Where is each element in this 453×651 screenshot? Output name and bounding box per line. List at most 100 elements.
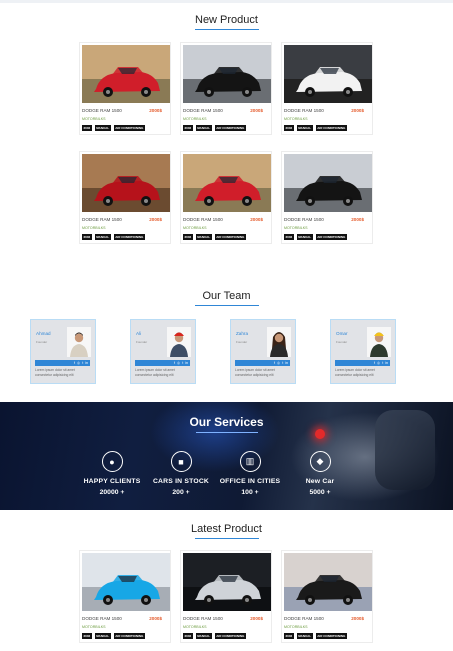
product-name[interactable]: DODGE RAM 1500 [183,108,223,113]
team-card: Ahmad Founder f ◎ t in Lorem ipsum dolor sit a… [30,319,96,384]
spec-tag: 2002 [183,234,193,240]
product-image[interactable] [82,553,170,611]
services-banner: Our Services ● HAPPY CLIENTS 20000 + ■ CARS … [0,402,453,510]
member-role: Founder [136,340,148,344]
social-icon[interactable]: ◎ [177,361,180,365]
product-image[interactable] [183,45,271,103]
truck-icon: ■ [170,451,192,472]
product-card[interactable]: DODGE RAM 1500 2000$ MOTORBILKS 2002 MANUAL A… [281,550,373,643]
product-price: 2000$ [351,108,364,113]
product-price: 2000$ [149,108,162,113]
product-image[interactable] [183,154,271,212]
stat-label: CARS IN STOCK [152,478,210,485]
spec-tag: 2002 [284,234,294,240]
product-image[interactable] [82,45,170,103]
spec-tag: 2002 [183,125,193,131]
product-name[interactable]: DODGE RAM 1500 [284,616,324,621]
spec-tag: MANUAL [296,125,313,131]
product-name[interactable]: DODGE RAM 1500 [284,108,324,113]
spec-tag: AIR CONDITIONING [113,633,145,639]
spec-tag: AIR CONDITIONING [214,234,246,240]
product-card[interactable]: DODGE RAM 1500 2000$ MOTORBILKS 2002 MANUAL A… [180,550,272,643]
product-price: 2000$ [351,616,364,621]
social-icon[interactable]: in [385,361,388,365]
social-links: f ◎ t in [35,360,90,366]
building-icon: ▥ [239,451,261,472]
member-photo [367,327,391,357]
social-icon[interactable]: ◎ [377,361,380,365]
product-subtitle: MOTORBILKS [82,117,106,121]
member-photo [267,327,291,357]
product-card[interactable]: DODGE RAM 1500 2000$ MOTORBILKS 2002 MANUAL A… [79,42,171,135]
product-image[interactable] [284,154,372,212]
spec-tag: AIR CONDITIONING [113,234,145,240]
product-card[interactable]: DODGE RAM 1500 2000$ MOTORBILKS 2002 MANUAL A… [281,151,373,244]
product-image[interactable] [284,45,372,103]
product-card[interactable]: DODGE RAM 1500 2000$ MOTORBILKS 2002 MANUAL A… [281,42,373,135]
spec-tag: MANUAL [195,234,212,240]
product-name[interactable]: DODGE RAM 1500 [183,217,223,222]
spec-tag: 2002 [82,633,92,639]
social-links: f ◎ t in [335,360,390,366]
social-icon[interactable]: t [282,361,283,365]
spec-tag: MANUAL [296,633,313,639]
product-name[interactable]: DODGE RAM 1500 [82,108,122,113]
member-photo [167,327,191,357]
social-icon[interactable]: f [174,361,175,365]
product-name[interactable]: DODGE RAM 1500 [284,217,324,222]
latest-product-grid: DODGE RAM 1500 2000$ MOTORBILKS 2002 MANUAL A… [79,550,373,643]
stat-label: OFFICE IN CITIES [219,478,281,485]
member-description: Lorem ipsum dolor sit amet consectetur a… [35,368,75,377]
product-name[interactable]: DODGE RAM 1500 [183,616,223,621]
member-name: Zahra [236,331,249,336]
product-name[interactable]: DODGE RAM 1500 [82,616,122,621]
social-icon[interactable]: f [374,361,375,365]
member-name: Ahmad [36,331,51,336]
spec-tag: MANUAL [195,633,212,639]
product-card[interactable]: DODGE RAM 1500 2000$ MOTORBILKS 2002 MANUAL A… [180,151,272,244]
spec-tag: MANUAL [94,125,111,131]
spec-tag: 2002 [82,125,92,131]
stat-label: New Car [305,478,335,485]
social-icon[interactable]: t [382,361,383,365]
product-image[interactable] [183,553,271,611]
product-subtitle: MOTORBILKS [284,226,308,230]
social-icon[interactable]: in [185,361,188,365]
social-icon[interactable]: f [74,361,75,365]
product-image[interactable] [284,553,372,611]
team-card: Ali Founder f ◎ t in Lorem ipsum dolor sit ame… [130,319,196,384]
member-role: Founder [36,340,48,344]
product-price: 2000$ [250,616,263,621]
spec-tag: 2002 [183,633,193,639]
spec-tag: MANUAL [195,125,212,131]
social-icon[interactable]: in [285,361,288,365]
team-list: Ahmad Founder f ◎ t in Lorem ipsum dolor sit a… [0,319,453,384]
stat-value: 5000 + [309,489,331,496]
stat-item: ▥ OFFICE IN CITIES 100 + [210,451,290,496]
social-icon[interactable]: ◎ [77,361,80,365]
spec-tag: AIR CONDITIONING [315,633,347,639]
social-links: f ◎ t in [235,360,290,366]
social-icon[interactable]: f [274,361,275,365]
product-subtitle: MOTORBILKS [183,625,207,629]
product-card[interactable]: DODGE RAM 1500 2000$ MOTORBILKS 2002 MANUAL A… [79,550,171,643]
stat-value: 100 + [241,489,259,496]
social-icon[interactable]: t [82,361,83,365]
social-links: f ◎ t in [135,360,190,366]
product-name[interactable]: DODGE RAM 1500 [82,217,122,222]
product-card[interactable]: DODGE RAM 1500 2000$ MOTORBILKS 2002 MANUAL A… [180,42,272,135]
product-price: 2000$ [149,616,162,621]
product-price: 2000$ [250,108,263,113]
product-card[interactable]: DODGE RAM 1500 2000$ MOTORBILKS 2002 MANUAL A… [79,151,171,244]
spec-tag: 2002 [284,125,294,131]
top-divider [0,0,453,3]
product-image[interactable] [82,154,170,212]
our-services-heading: Our Services [189,415,264,429]
social-icon[interactable]: t [182,361,183,365]
social-icon[interactable]: in [85,361,88,365]
product-subtitle: MOTORBILKS [284,117,308,121]
new-product-heading: New Product [0,14,453,30]
product-subtitle: MOTORBILKS [183,226,207,230]
member-description: Lorem ipsum dolor sit amet consectetur a… [135,368,175,377]
social-icon[interactable]: ◎ [277,361,280,365]
